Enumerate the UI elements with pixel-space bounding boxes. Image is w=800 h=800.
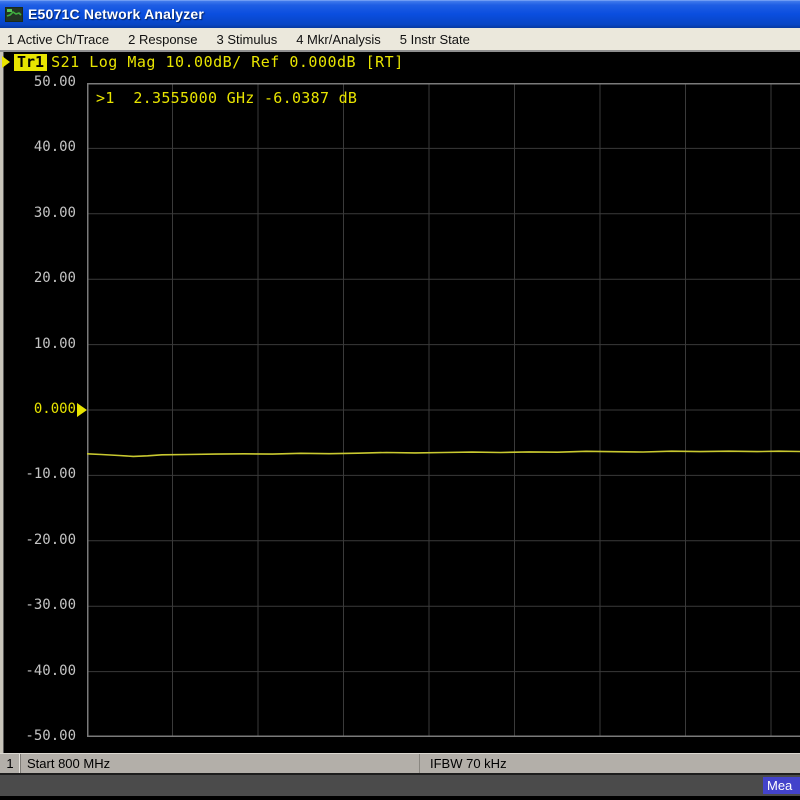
reference-level-arrow-icon xyxy=(77,403,87,417)
y-axis-label: 20.00 xyxy=(34,270,76,286)
menu-instr-state[interactable]: 5 Instr State xyxy=(400,32,470,47)
y-axis-labels: 50.0040.0030.0020.0010.000.000-10.00-20.… xyxy=(0,83,78,737)
softkey-band: Mea xyxy=(0,775,800,796)
trace-status-bar[interactable]: Tr1 S21 Log Mag 10.00dB/ Ref 0.000dB [RT… xyxy=(2,53,404,71)
y-axis-label: 50.00 xyxy=(34,74,76,90)
window-title: E5071C Network Analyzer xyxy=(28,6,204,22)
channel-number-cell: 1 xyxy=(0,754,21,773)
y-axis-label: -40.00 xyxy=(25,663,76,679)
menu-active-ch-trace[interactable]: 1 Active Ch/Trace xyxy=(7,32,109,47)
menu-bar: 1 Active Ch/Trace 2 Response 3 Stimulus … xyxy=(0,28,800,52)
status-bar: 1 Start 800 MHz IFBW 70 kHz xyxy=(0,753,800,773)
title-bar[interactable]: E5071C Network Analyzer xyxy=(0,0,800,28)
sweep-start-panel: Start 800 MHz xyxy=(21,754,419,773)
ifbw-panel: IFBW 70 kHz xyxy=(420,754,800,773)
menu-stimulus[interactable]: 3 Stimulus xyxy=(217,32,278,47)
bottom-edge xyxy=(0,796,800,800)
instrument-screen: Tr1 S21 Log Mag 10.00dB/ Ref 0.000dB [RT… xyxy=(0,52,800,753)
y-axis-label: 0.000 xyxy=(34,401,76,417)
trace1-badge[interactable]: Tr1 xyxy=(14,54,47,71)
graticule-plot-area[interactable] xyxy=(87,83,800,737)
start-frequency-label: Start 800 MHz xyxy=(27,756,110,771)
y-axis-label: 40.00 xyxy=(34,139,76,155)
y-axis-label: -50.00 xyxy=(25,728,76,744)
app-icon xyxy=(5,7,23,22)
menu-response[interactable]: 2 Response xyxy=(128,32,197,47)
y-axis-label: -30.00 xyxy=(25,597,76,613)
softkey-menu-title[interactable]: Mea xyxy=(763,777,800,794)
ifbw-label: IFBW 70 kHz xyxy=(430,756,507,771)
marker1-readout: >1 2.3555000 GHz -6.0387 dB xyxy=(96,89,357,107)
menu-mkr-analysis[interactable]: 4 Mkr/Analysis xyxy=(296,32,381,47)
app-window: E5071C Network Analyzer 1 Active Ch/Trac… xyxy=(0,0,800,800)
s21-trace-chart xyxy=(87,83,800,737)
y-axis-label: 30.00 xyxy=(34,205,76,221)
y-axis-label: -20.00 xyxy=(25,532,76,548)
trace1-descriptor: S21 Log Mag 10.00dB/ Ref 0.000dB [RT] xyxy=(51,53,404,71)
y-axis-label: -10.00 xyxy=(25,466,76,482)
active-trace-arrow-icon xyxy=(2,56,10,68)
y-axis-label: 10.00 xyxy=(34,336,76,352)
